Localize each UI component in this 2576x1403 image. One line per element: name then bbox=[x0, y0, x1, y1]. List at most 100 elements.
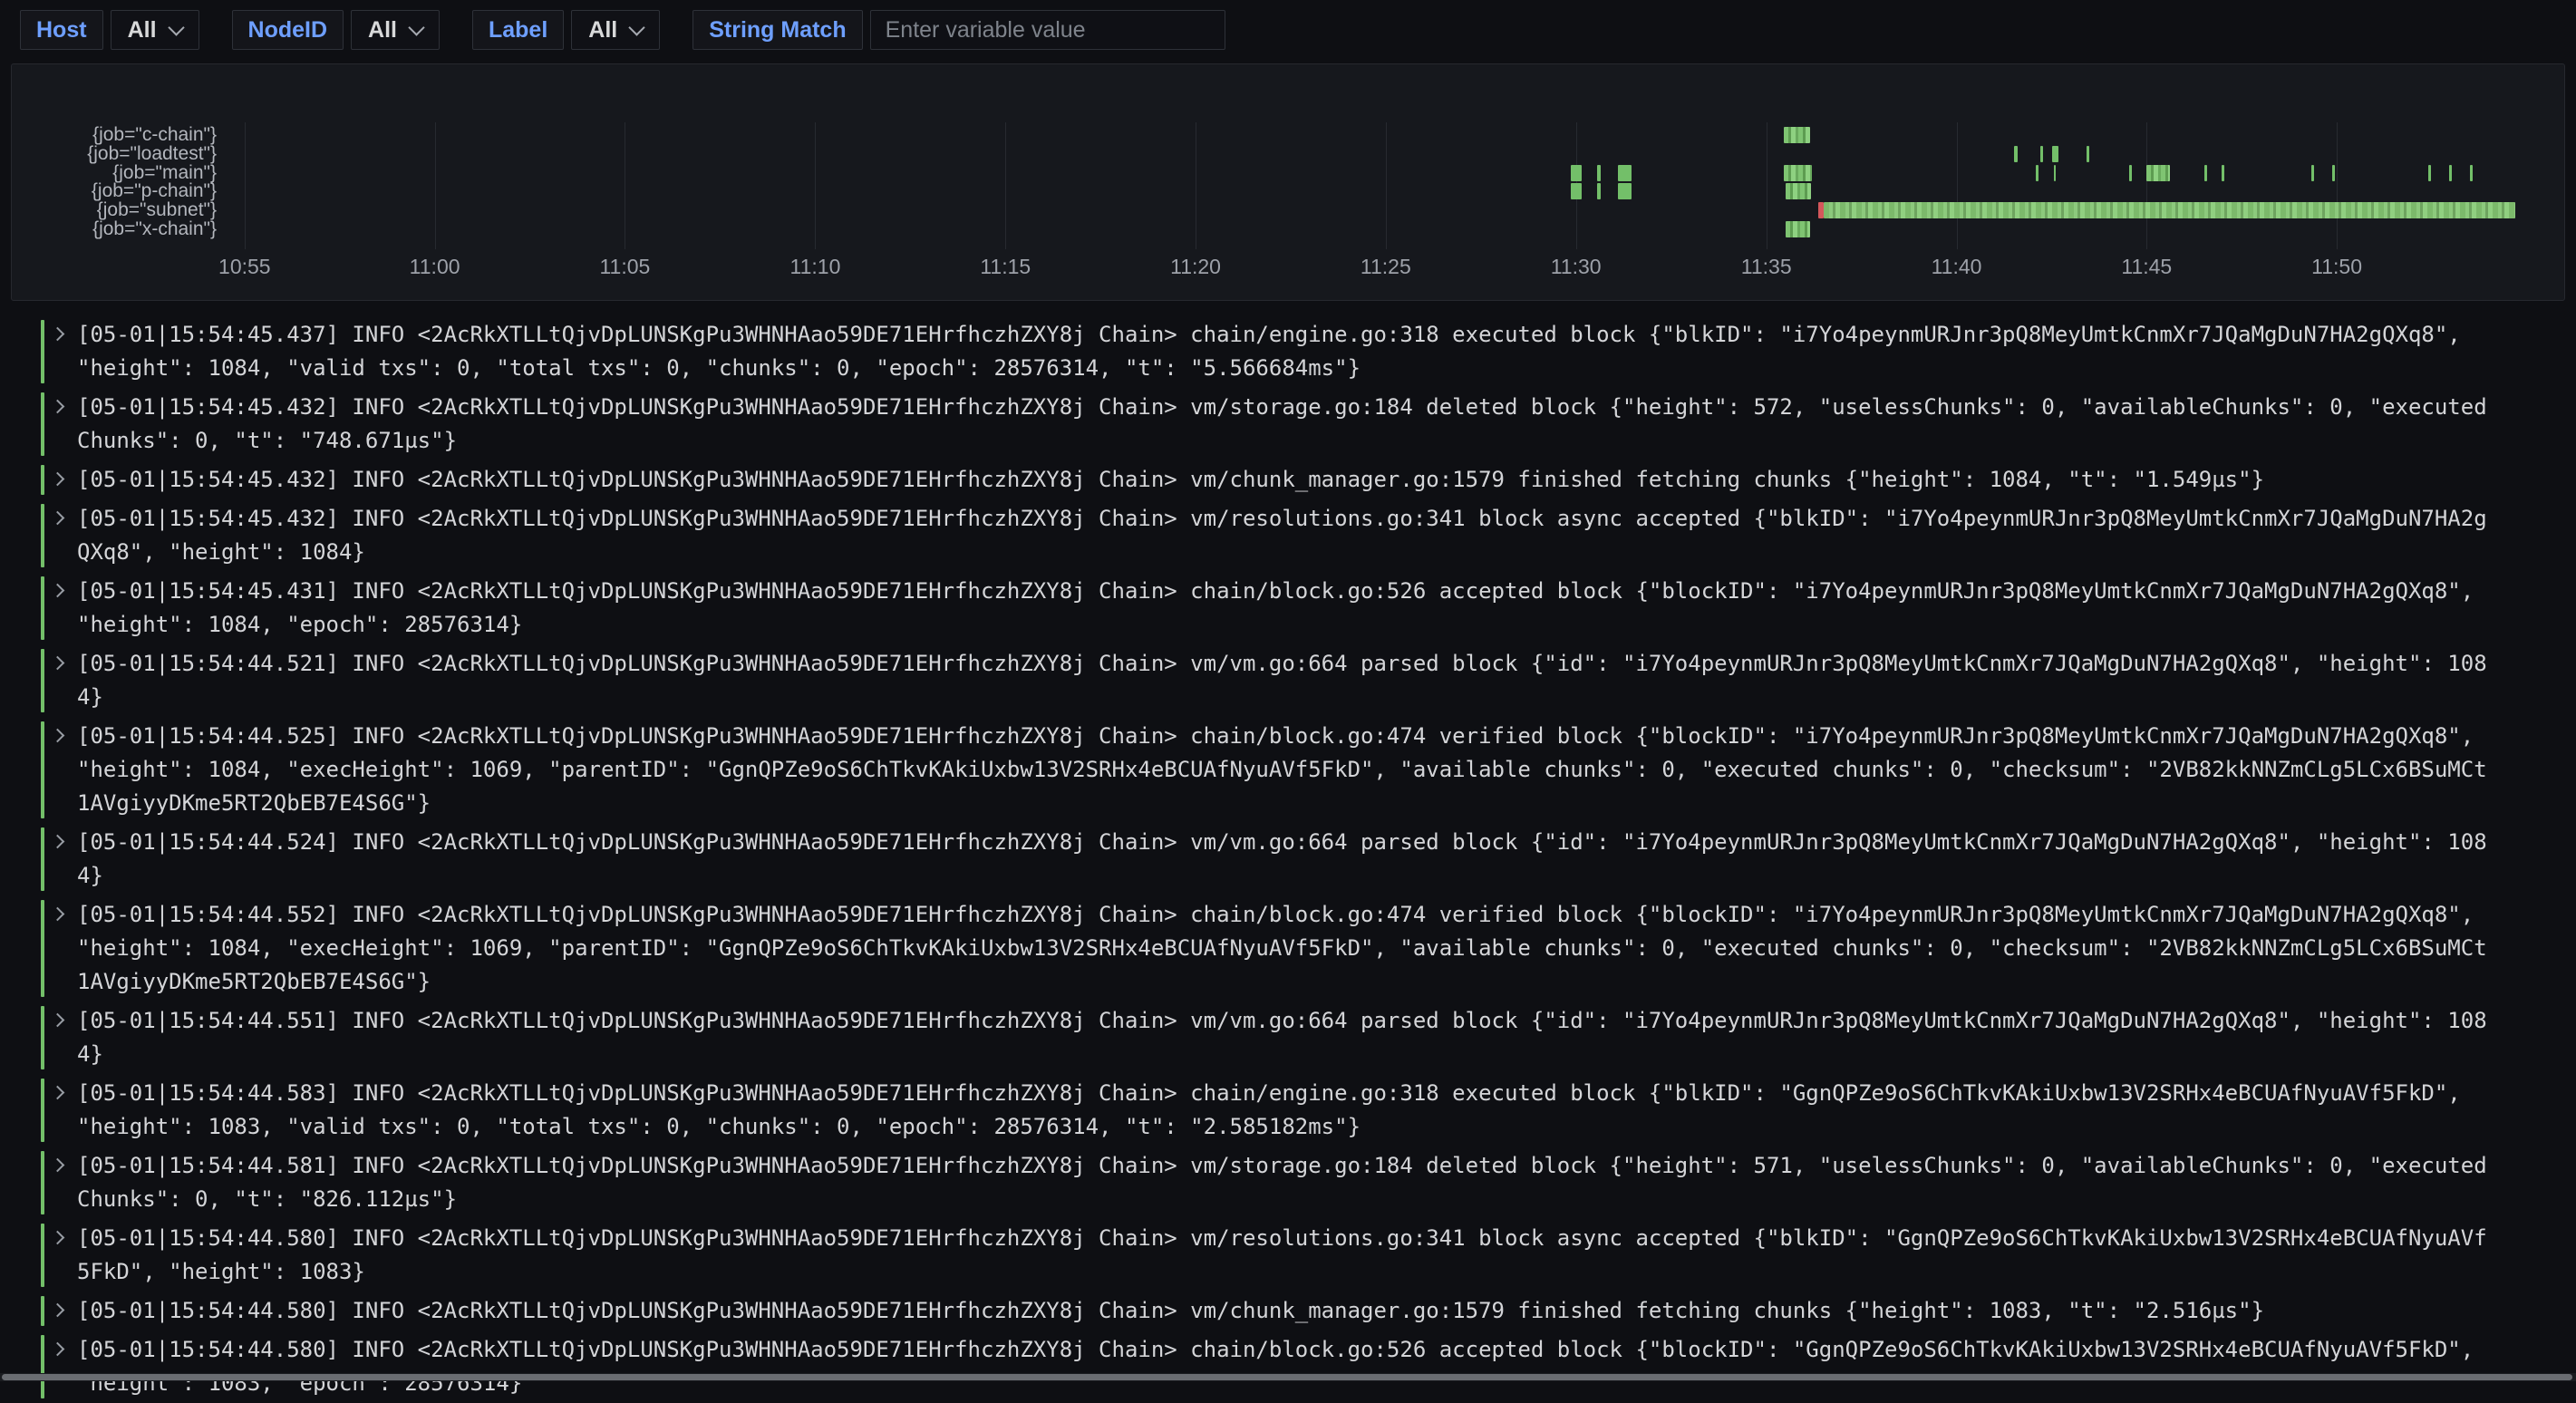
expand-chevron-icon[interactable] bbox=[51, 835, 65, 849]
volume-segment bbox=[1786, 183, 1811, 199]
chevron-down-icon bbox=[408, 19, 424, 35]
log-message: [05-01|15:54:44.521] INFO <2AcRkXTLLtQjv… bbox=[77, 647, 2489, 714]
log-message: [05-01|15:54:44.580] INFO <2AcRkXTLLtQjv… bbox=[77, 1294, 2489, 1328]
x-tick-label: 11:00 bbox=[410, 255, 460, 279]
x-tick-label: 11:15 bbox=[980, 255, 1031, 279]
log-row[interactable]: [05-01|15:54:44.580] INFO <2AcRkXTLLtQjv… bbox=[41, 1292, 2549, 1330]
expand-chevron-icon[interactable] bbox=[51, 511, 65, 526]
x-gridline bbox=[2146, 122, 2147, 249]
variable-host-select[interactable]: All bbox=[111, 10, 199, 50]
expand-chevron-icon[interactable] bbox=[51, 656, 65, 671]
expand-chevron-icon[interactable] bbox=[51, 1231, 65, 1245]
log-row[interactable]: [05-01|15:54:44.580] INFO <2AcRkXTLLtQjv… bbox=[41, 1219, 2549, 1292]
log-message: [05-01|15:54:44.583] INFO <2AcRkXTLLtQjv… bbox=[77, 1077, 2489, 1144]
series-label: {job="x-chain"} bbox=[12, 218, 217, 241]
volume-segment bbox=[2052, 146, 2058, 162]
volume-segment bbox=[1824, 202, 2515, 218]
variable-label: Label All bbox=[472, 10, 660, 50]
volume-segment bbox=[2054, 165, 2057, 181]
log-level-indicator bbox=[41, 1151, 44, 1214]
string-match-input[interactable] bbox=[870, 10, 1225, 50]
variable-host: Host All bbox=[20, 10, 199, 50]
horizontal-scrollbar[interactable] bbox=[0, 1373, 2576, 1381]
volume-segment bbox=[2428, 165, 2431, 181]
expand-chevron-icon[interactable] bbox=[51, 584, 65, 598]
log-level-indicator bbox=[41, 504, 44, 567]
dashboard-variables-bar: Host All NodeID All Label All String Mat… bbox=[0, 0, 2576, 60]
volume-segment bbox=[2470, 165, 2473, 181]
variable-label-select[interactable]: All bbox=[571, 10, 660, 50]
log-row[interactable]: [05-01|15:54:44.521] INFO <2AcRkXTLLtQjv… bbox=[41, 644, 2549, 717]
log-row[interactable]: [05-01|15:54:45.432] INFO <2AcRkXTLLtQjv… bbox=[41, 460, 2549, 499]
chart-plot[interactable]: 10:55 11:00 11:05 11:10 11:15 11:20 11:25 11:30… bbox=[12, 64, 2564, 300]
log-row[interactable]: [05-01|15:54:45.432] INFO <2AcRkXTLLtQjv… bbox=[41, 499, 2549, 572]
log-level-indicator bbox=[41, 1296, 44, 1326]
log-row[interactable]: [05-01|15:54:44.525] INFO <2AcRkXTLLtQjv… bbox=[41, 717, 2549, 823]
x-tick-label: 11:10 bbox=[790, 255, 841, 279]
log-message: [05-01|15:54:44.580] INFO <2AcRkXTLLtQjv… bbox=[77, 1333, 2489, 1400]
expand-chevron-icon[interactable] bbox=[51, 1013, 65, 1028]
variable-label-value: All bbox=[588, 17, 617, 44]
volume-segment bbox=[2040, 146, 2043, 162]
log-message: [05-01|15:54:44.552] INFO <2AcRkXTLLtQjv… bbox=[77, 898, 2489, 999]
volume-segment bbox=[2129, 165, 2132, 181]
variable-nodeid-select[interactable]: All bbox=[351, 10, 440, 50]
x-tick-label: 11:50 bbox=[2311, 255, 2362, 279]
log-volume-panel: 10:55 11:00 11:05 11:10 11:15 11:20 11:25 11:30… bbox=[11, 63, 2565, 301]
log-row[interactable]: [05-01|15:54:45.431] INFO <2AcRkXTLLtQjv… bbox=[41, 572, 2549, 644]
expand-chevron-icon[interactable] bbox=[51, 1086, 65, 1100]
chevron-down-icon bbox=[629, 19, 645, 35]
x-tick-label: 11:20 bbox=[1170, 255, 1221, 279]
expand-chevron-icon[interactable] bbox=[51, 327, 65, 342]
log-message: [05-01|15:54:44.525] INFO <2AcRkXTLLtQjv… bbox=[77, 720, 2489, 820]
log-row[interactable]: [05-01|15:54:44.551] INFO <2AcRkXTLLtQjv… bbox=[41, 1001, 2549, 1074]
volume-segment bbox=[1618, 183, 1632, 199]
variable-host-label[interactable]: Host bbox=[20, 10, 103, 50]
volume-segment bbox=[1571, 165, 1582, 181]
x-tick-label: 11:30 bbox=[1551, 255, 1602, 279]
expand-chevron-icon[interactable] bbox=[51, 400, 65, 414]
volume-segment bbox=[1597, 183, 1601, 199]
volume-segment bbox=[1786, 221, 1811, 237]
log-row[interactable]: [05-01|15:54:44.524] INFO <2AcRkXTLLtQjv… bbox=[41, 823, 2549, 895]
log-level-indicator bbox=[41, 1224, 44, 1287]
log-row[interactable]: [05-01|15:54:45.432] INFO <2AcRkXTLLtQjv… bbox=[41, 388, 2549, 460]
log-level-indicator bbox=[41, 392, 44, 456]
volume-segment bbox=[2146, 165, 2170, 181]
expand-chevron-icon[interactable] bbox=[51, 472, 65, 487]
log-row[interactable]: [05-01|15:54:44.583] INFO <2AcRkXTLLtQjv… bbox=[41, 1074, 2549, 1147]
x-tick-label: 11:25 bbox=[1361, 255, 1411, 279]
chevron-down-icon bbox=[168, 19, 184, 35]
log-row[interactable]: [05-01|15:54:45.437] INFO <2AcRkXTLLtQjv… bbox=[41, 315, 2549, 388]
log-level-indicator bbox=[41, 721, 44, 818]
log-message: [05-01|15:54:45.432] INFO <2AcRkXTLLtQjv… bbox=[77, 463, 2489, 497]
variable-host-value: All bbox=[128, 17, 157, 44]
log-list: [05-01|15:54:45.437] INFO <2AcRkXTLLtQjv… bbox=[0, 301, 2576, 1403]
x-tick-label: 11:05 bbox=[599, 255, 650, 279]
log-level-indicator bbox=[41, 649, 44, 712]
variable-label-label[interactable]: Label bbox=[472, 10, 564, 50]
expand-chevron-icon[interactable] bbox=[51, 907, 65, 922]
string-match-label[interactable]: String Match bbox=[692, 10, 862, 50]
volume-segment bbox=[2204, 165, 2207, 181]
expand-chevron-icon[interactable] bbox=[51, 1158, 65, 1173]
log-message: [05-01|15:54:45.432] INFO <2AcRkXTLLtQjv… bbox=[77, 391, 2489, 458]
log-row[interactable]: [05-01|15:54:44.552] INFO <2AcRkXTLLtQjv… bbox=[41, 895, 2549, 1001]
expand-chevron-icon[interactable] bbox=[51, 1303, 65, 1318]
expand-chevron-icon[interactable] bbox=[51, 1342, 65, 1357]
log-message: [05-01|15:54:44.581] INFO <2AcRkXTLLtQjv… bbox=[77, 1149, 2489, 1216]
scrollbar-thumb[interactable] bbox=[2, 1374, 2572, 1380]
volume-segment bbox=[2332, 165, 2335, 181]
variable-nodeid-label[interactable]: NodeID bbox=[232, 10, 344, 50]
expand-chevron-icon[interactable] bbox=[51, 729, 65, 743]
variable-string-match: String Match bbox=[692, 10, 1225, 50]
log-message: [05-01|15:54:44.551] INFO <2AcRkXTLLtQjv… bbox=[77, 1004, 2489, 1071]
volume-segment bbox=[2036, 165, 2039, 181]
x-tick-label: 10:55 bbox=[218, 255, 271, 279]
log-level-indicator bbox=[41, 1335, 44, 1398]
log-message: [05-01|15:54:45.432] INFO <2AcRkXTLLtQjv… bbox=[77, 502, 2489, 569]
log-row[interactable]: [05-01|15:54:44.580] INFO <2AcRkXTLLtQjv… bbox=[41, 1330, 2549, 1403]
log-row[interactable]: [05-01|15:54:44.581] INFO <2AcRkXTLLtQjv… bbox=[41, 1147, 2549, 1219]
variable-nodeid-value: All bbox=[368, 17, 397, 44]
log-level-indicator bbox=[41, 320, 44, 383]
